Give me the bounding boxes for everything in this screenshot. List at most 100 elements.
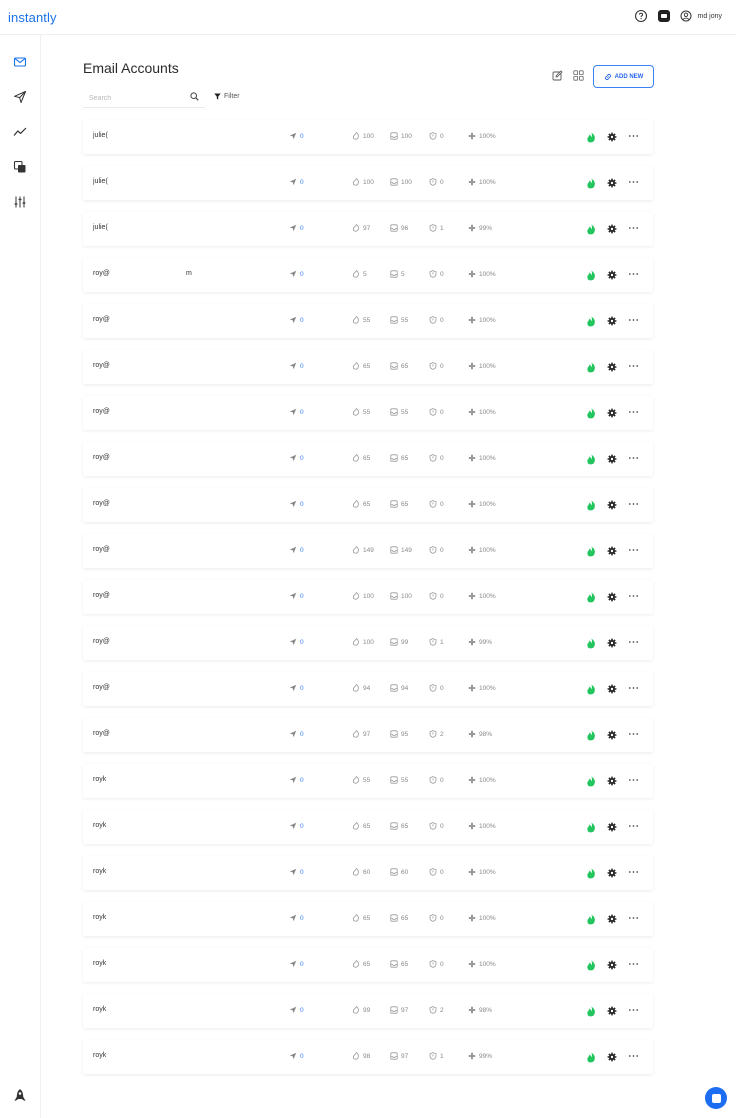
account-row[interactable]: royk 0 65 65 0 100% (83, 902, 653, 936)
chat-support-button[interactable] (705, 1087, 727, 1109)
warmup-flame-icon[interactable] (586, 178, 596, 189)
warmup-flame-icon[interactable] (586, 776, 596, 787)
account-row[interactable]: roy@ 0 94 94 0 100% (83, 672, 653, 706)
account-row[interactable]: royk 0 99 97 2 98% (83, 994, 653, 1028)
filter-button[interactable]: Filter (214, 93, 240, 100)
sidebar-item-launch[interactable] (13, 1088, 27, 1102)
warmup-flame-icon[interactable] (586, 500, 596, 511)
account-row[interactable]: roy@ 0 100 100 0 100% (83, 580, 653, 614)
gear-icon[interactable] (607, 1052, 617, 1062)
gear-icon[interactable] (607, 546, 617, 556)
more-options-icon[interactable] (628, 132, 639, 140)
warmup-flame-icon[interactable] (586, 270, 596, 281)
warmup-flame-icon[interactable] (586, 868, 596, 879)
more-options-icon[interactable] (628, 454, 639, 462)
warmup-flame-icon[interactable] (586, 132, 596, 143)
search-icon[interactable] (190, 92, 199, 101)
gear-icon[interactable] (607, 868, 617, 878)
sidebar-item-campaigns[interactable] (13, 90, 27, 104)
more-options-icon[interactable] (628, 408, 639, 416)
warmup-flame-icon[interactable] (586, 914, 596, 925)
gear-icon[interactable] (607, 592, 617, 602)
more-options-icon[interactable] (628, 178, 639, 186)
warmup-flame-icon[interactable] (586, 408, 596, 419)
account-row[interactable]: royk 0 60 60 0 100% (83, 856, 653, 890)
more-options-icon[interactable] (628, 730, 639, 738)
warmup-flame-icon[interactable] (586, 592, 596, 603)
gear-icon[interactable] (607, 730, 617, 740)
account-row[interactable]: julie( 0 100 100 0 100% (83, 166, 653, 200)
gear-icon[interactable] (607, 408, 617, 418)
sidebar-item-email-accounts[interactable] (13, 55, 27, 69)
warmup-flame-icon[interactable] (586, 730, 596, 741)
warmup-flame-icon[interactable] (586, 684, 596, 695)
help-icon[interactable] (634, 9, 648, 23)
warmup-flame-icon[interactable] (586, 822, 596, 833)
account-row[interactable]: roy@ 0 65 65 0 100% (83, 442, 653, 476)
warmup-flame-icon[interactable] (586, 316, 596, 327)
account-row[interactable]: roy@ m 0 5 5 0 100% (83, 258, 653, 292)
warmup-flame-icon[interactable] (586, 454, 596, 465)
account-row[interactable]: roy@ 0 97 95 2 98% (83, 718, 653, 752)
search-input[interactable] (83, 89, 189, 108)
account-row[interactable]: roy@ 0 55 55 0 100% (83, 396, 653, 430)
warmup-flame-icon[interactable] (586, 362, 596, 373)
more-options-icon[interactable] (628, 1006, 639, 1014)
account-row[interactable]: roy@ 0 100 99 1 99% (83, 626, 653, 660)
gear-icon[interactable] (607, 270, 617, 280)
gear-icon[interactable] (607, 684, 617, 694)
sidebar-item-settings[interactable] (13, 195, 27, 209)
sidebar-item-unibox[interactable] (13, 160, 27, 174)
account-row[interactable]: roy@ 0 55 55 0 100% (83, 304, 653, 338)
more-options-icon[interactable] (628, 224, 639, 232)
gear-icon[interactable] (607, 638, 617, 648)
account-row[interactable]: royk 0 98 97 1 99% (83, 1040, 653, 1074)
more-options-icon[interactable] (628, 822, 639, 830)
warmup-flame-icon[interactable] (586, 546, 596, 557)
user-menu[interactable]: md jony (680, 10, 722, 22)
account-row[interactable]: julie( 0 100 100 0 100% (83, 120, 653, 154)
account-row[interactable]: royk 0 65 65 0 100% (83, 948, 653, 982)
gear-icon[interactable] (607, 822, 617, 832)
gear-icon[interactable] (607, 178, 617, 188)
gear-icon[interactable] (607, 776, 617, 786)
account-row[interactable]: royk 0 55 55 0 100% (83, 764, 653, 798)
add-new-button[interactable]: ADD NEW (593, 65, 654, 88)
more-options-icon[interactable] (628, 316, 639, 324)
gear-icon[interactable] (607, 316, 617, 326)
layout-grid-icon[interactable] (573, 70, 584, 81)
sidebar-item-analytics[interactable] (13, 125, 27, 139)
more-options-icon[interactable] (628, 914, 639, 922)
gear-icon[interactable] (607, 500, 617, 510)
more-options-icon[interactable] (628, 684, 639, 692)
gear-icon[interactable] (607, 362, 617, 372)
account-row[interactable]: roy@ 0 149 149 0 100% (83, 534, 653, 568)
more-options-icon[interactable] (628, 362, 639, 370)
edit-icon[interactable] (552, 70, 563, 81)
warmup-flame-icon[interactable] (586, 960, 596, 971)
more-options-icon[interactable] (628, 960, 639, 968)
account-row[interactable]: julie( 0 97 96 1 99% (83, 212, 653, 246)
warmup-flame-icon[interactable] (586, 1052, 596, 1063)
gear-icon[interactable] (607, 224, 617, 234)
more-options-icon[interactable] (628, 1052, 639, 1060)
warmup-flame-icon[interactable] (586, 638, 596, 649)
gear-icon[interactable] (607, 914, 617, 924)
more-options-icon[interactable] (628, 546, 639, 554)
gear-icon[interactable] (607, 960, 617, 970)
app-logo[interactable]: instantly (8, 10, 57, 25)
account-row[interactable]: roy@ 0 65 65 0 100% (83, 350, 653, 384)
more-options-icon[interactable] (628, 500, 639, 508)
more-options-icon[interactable] (628, 270, 639, 278)
gear-icon[interactable] (607, 132, 617, 142)
notifications-icon[interactable] (658, 10, 671, 22)
gear-icon[interactable] (607, 1006, 617, 1016)
more-options-icon[interactable] (628, 638, 639, 646)
more-options-icon[interactable] (628, 868, 639, 876)
account-row[interactable]: roy@ 0 65 65 0 100% (83, 488, 653, 522)
gear-icon[interactable] (607, 454, 617, 464)
more-options-icon[interactable] (628, 592, 639, 600)
account-row[interactable]: royk 0 65 65 0 100% (83, 810, 653, 844)
more-options-icon[interactable] (628, 776, 639, 784)
warmup-flame-icon[interactable] (586, 1006, 596, 1017)
